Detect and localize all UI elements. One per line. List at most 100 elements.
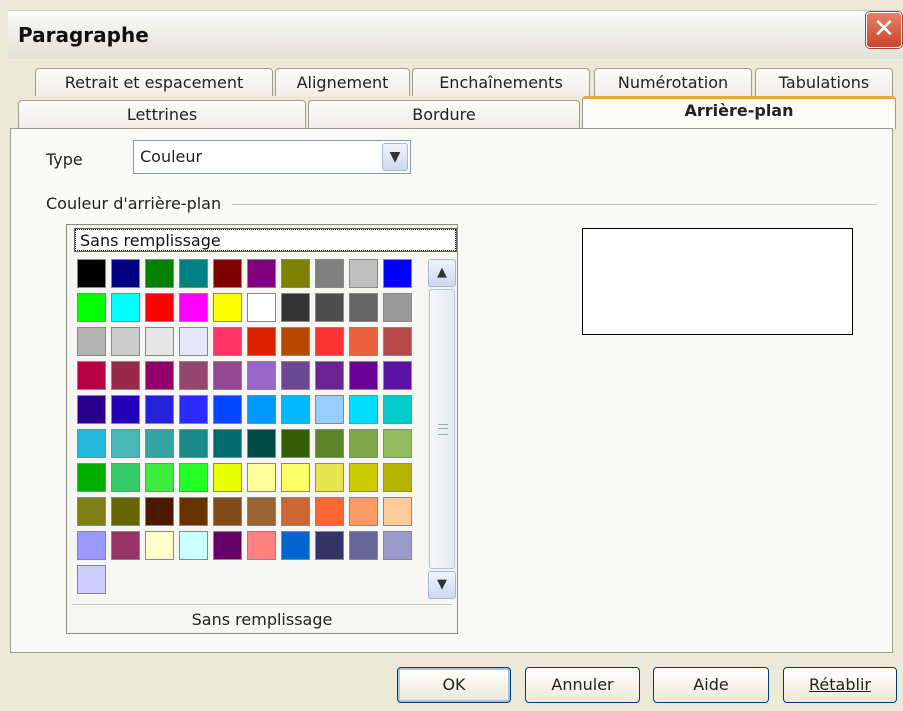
- color-swatch[interactable]: [315, 531, 344, 560]
- color-swatch[interactable]: [315, 361, 344, 390]
- color-swatch[interactable]: [179, 463, 208, 492]
- color-swatch[interactable]: [213, 259, 242, 288]
- color-swatch[interactable]: [349, 497, 378, 526]
- color-swatch[interactable]: [77, 259, 106, 288]
- color-swatch[interactable]: [111, 531, 140, 560]
- color-swatch[interactable]: [213, 463, 242, 492]
- color-swatch[interactable]: [383, 429, 412, 458]
- color-swatch[interactable]: [77, 463, 106, 492]
- color-swatch[interactable]: [145, 361, 174, 390]
- tab-bordure[interactable]: Bordure: [308, 100, 580, 128]
- color-swatch[interactable]: [179, 259, 208, 288]
- color-swatch[interactable]: [179, 531, 208, 560]
- color-swatch[interactable]: [77, 293, 106, 322]
- color-swatch[interactable]: [281, 463, 310, 492]
- chevron-down-icon[interactable]: ▼: [428, 571, 456, 599]
- color-swatch[interactable]: [247, 327, 276, 356]
- color-swatch[interactable]: [77, 327, 106, 356]
- color-swatch[interactable]: [315, 463, 344, 492]
- color-swatch[interactable]: [111, 361, 140, 390]
- color-swatch[interactable]: [77, 565, 106, 594]
- color-swatch[interactable]: [281, 429, 310, 458]
- color-swatch[interactable]: [247, 361, 276, 390]
- color-swatch[interactable]: [145, 531, 174, 560]
- tab-alignement[interactable]: Alignement: [275, 68, 410, 96]
- color-swatch[interactable]: [247, 293, 276, 322]
- color-swatch[interactable]: [213, 293, 242, 322]
- scroll-thumb[interactable]: [429, 289, 455, 569]
- color-swatch[interactable]: [383, 361, 412, 390]
- color-swatch[interactable]: [145, 259, 174, 288]
- color-swatch[interactable]: [179, 497, 208, 526]
- palette-scrollbar[interactable]: ▲ ▼: [428, 259, 456, 599]
- color-swatch[interactable]: [349, 293, 378, 322]
- chevron-up-icon[interactable]: ▲: [428, 259, 456, 287]
- color-swatch[interactable]: [145, 395, 174, 424]
- color-swatch[interactable]: [349, 531, 378, 560]
- color-swatch[interactable]: [349, 259, 378, 288]
- color-swatch[interactable]: [111, 293, 140, 322]
- type-select[interactable]: Couleur ▼: [133, 140, 411, 174]
- color-swatch[interactable]: [349, 361, 378, 390]
- ok-button[interactable]: OK: [397, 667, 511, 703]
- color-swatch[interactable]: [281, 497, 310, 526]
- color-swatch[interactable]: [77, 361, 106, 390]
- color-swatch[interactable]: [145, 327, 174, 356]
- color-swatch[interactable]: [315, 293, 344, 322]
- color-swatch[interactable]: [383, 293, 412, 322]
- tab-tabulations[interactable]: Tabulations: [755, 68, 893, 96]
- color-swatch[interactable]: [383, 463, 412, 492]
- color-swatch[interactable]: [145, 463, 174, 492]
- color-swatch[interactable]: [247, 259, 276, 288]
- tab-enchainements[interactable]: Enchaînements: [412, 68, 590, 96]
- color-swatch[interactable]: [349, 327, 378, 356]
- color-swatch[interactable]: [281, 259, 310, 288]
- color-swatch[interactable]: [77, 429, 106, 458]
- color-swatch[interactable]: [315, 497, 344, 526]
- tab-arriere-plan[interactable]: Arrière-plan: [582, 96, 896, 129]
- color-swatch[interactable]: [111, 429, 140, 458]
- color-swatch[interactable]: [383, 395, 412, 424]
- close-icon[interactable]: ✕: [866, 12, 902, 48]
- tab-retrait-espacement[interactable]: Retrait et espacement: [35, 68, 273, 96]
- tab-numerotation[interactable]: Numérotation: [594, 68, 752, 96]
- color-swatch[interactable]: [315, 395, 344, 424]
- color-swatch[interactable]: [213, 327, 242, 356]
- color-swatch[interactable]: [145, 293, 174, 322]
- color-swatch[interactable]: [281, 327, 310, 356]
- color-swatch[interactable]: [111, 259, 140, 288]
- color-swatch[interactable]: [315, 327, 344, 356]
- color-swatch[interactable]: [247, 463, 276, 492]
- color-swatch[interactable]: [77, 497, 106, 526]
- color-swatch[interactable]: [281, 395, 310, 424]
- color-swatch[interactable]: [315, 259, 344, 288]
- color-swatch[interactable]: [349, 395, 378, 424]
- color-swatch[interactable]: [145, 497, 174, 526]
- color-swatch[interactable]: [111, 327, 140, 356]
- cancel-button[interactable]: Annuler: [525, 667, 640, 703]
- color-swatch[interactable]: [383, 531, 412, 560]
- color-swatch[interactable]: [179, 327, 208, 356]
- color-swatch[interactable]: [213, 395, 242, 424]
- color-swatch[interactable]: [247, 395, 276, 424]
- color-swatch[interactable]: [111, 463, 140, 492]
- color-swatch[interactable]: [247, 531, 276, 560]
- color-swatch[interactable]: [213, 531, 242, 560]
- color-swatch[interactable]: [383, 497, 412, 526]
- no-fill-option[interactable]: Sans remplissage: [74, 228, 457, 252]
- color-swatch[interactable]: [281, 293, 310, 322]
- color-swatch[interactable]: [77, 395, 106, 424]
- color-swatch[interactable]: [179, 293, 208, 322]
- color-swatch[interactable]: [179, 361, 208, 390]
- color-swatch[interactable]: [315, 429, 344, 458]
- tab-lettrines[interactable]: Lettrines: [18, 100, 306, 128]
- color-swatch[interactable]: [281, 361, 310, 390]
- reset-button[interactable]: Rétablir: [783, 667, 897, 703]
- color-swatch[interactable]: [111, 395, 140, 424]
- color-swatch[interactable]: [145, 429, 174, 458]
- color-swatch[interactable]: [77, 531, 106, 560]
- color-swatch[interactable]: [179, 429, 208, 458]
- color-swatch[interactable]: [281, 531, 310, 560]
- color-swatch[interactable]: [383, 259, 412, 288]
- help-button[interactable]: Aide: [653, 667, 769, 703]
